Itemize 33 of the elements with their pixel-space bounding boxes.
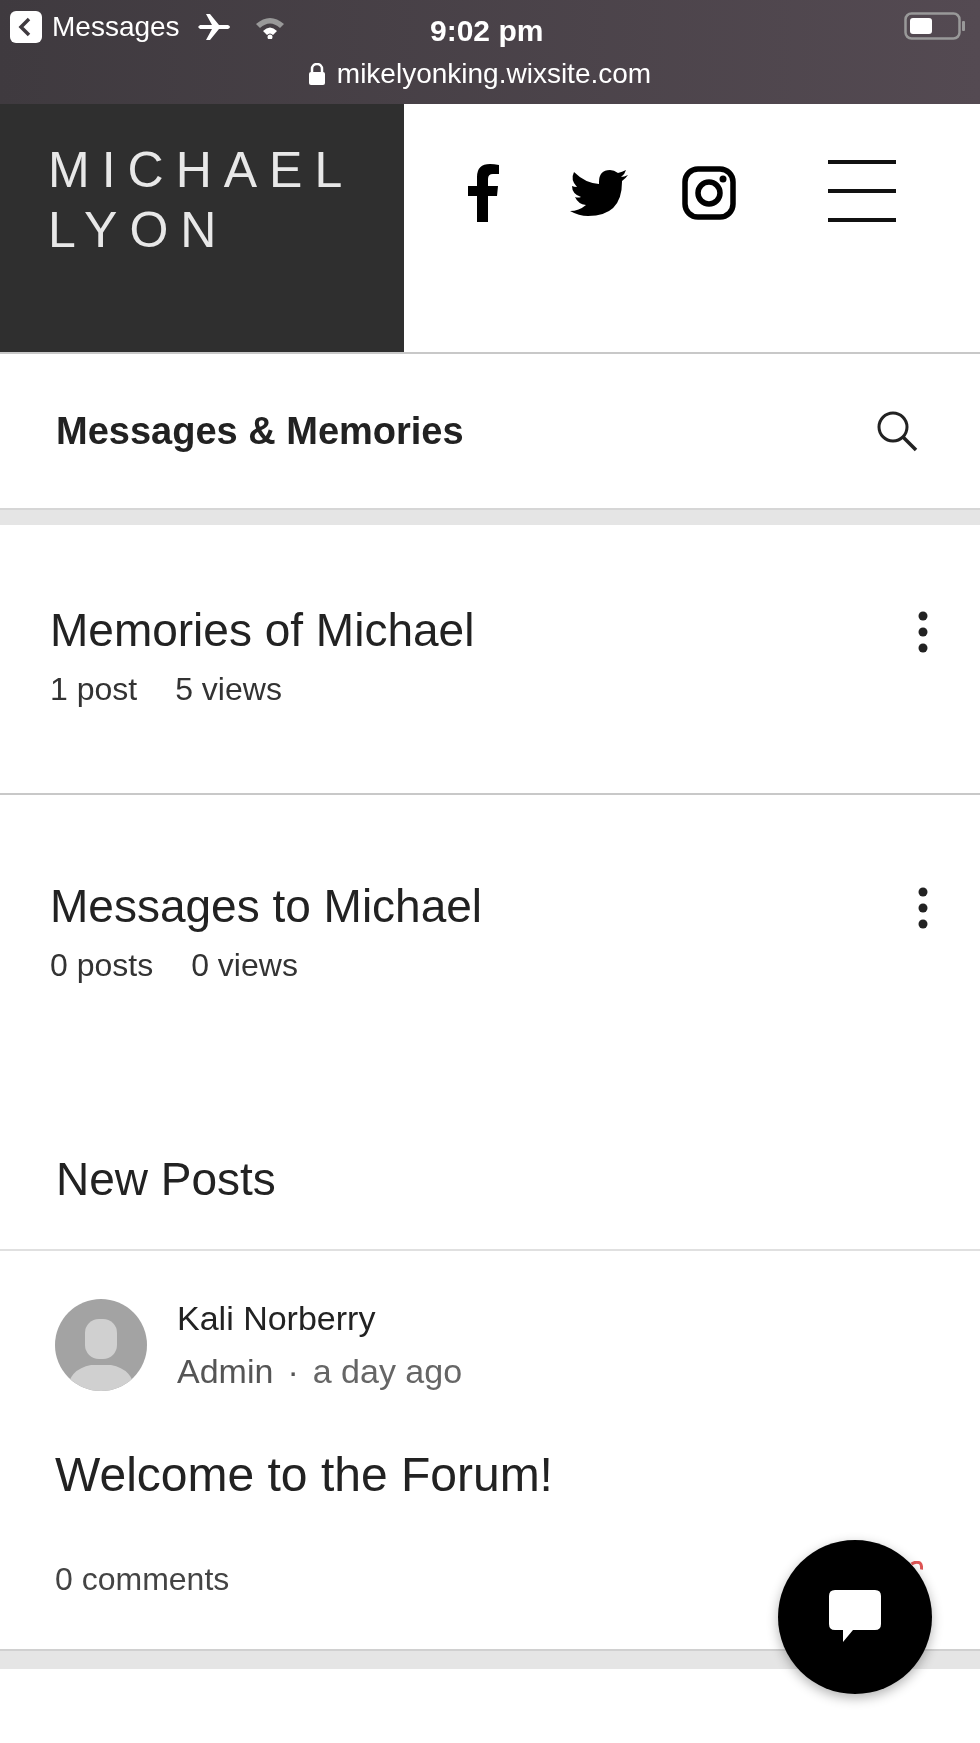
back-icon[interactable] xyxy=(10,11,42,43)
airplane-icon xyxy=(197,12,232,42)
post-title[interactable]: Welcome to the Forum! xyxy=(55,1439,553,1511)
more-icon[interactable] xyxy=(918,887,928,929)
view-count: 5 views xyxy=(175,670,282,709)
post-time: a day ago xyxy=(312,1351,463,1392)
facebook-icon[interactable] xyxy=(466,164,500,222)
avatar-icon xyxy=(55,1299,147,1391)
forum-title: Messages & Memories xyxy=(56,408,464,454)
twitter-icon[interactable] xyxy=(570,170,628,216)
category-title[interactable]: Memories of Michael xyxy=(50,601,475,659)
section-heading: New Posts xyxy=(56,1153,276,1205)
back-link[interactable]: Messages xyxy=(52,6,180,48)
more-icon[interactable] xyxy=(918,611,928,653)
author-name[interactable]: Kali Norberry xyxy=(177,1293,463,1344)
logo-text: MICHAEL xyxy=(48,141,356,200)
search-icon[interactable] xyxy=(876,410,918,452)
clock-time: 9:02 pm xyxy=(430,13,544,49)
view-count: 0 views xyxy=(191,946,298,985)
comment-count: 0 comments xyxy=(55,1560,230,1599)
lock-icon xyxy=(308,63,325,85)
post-count: 1 post xyxy=(50,670,138,709)
chat-icon xyxy=(829,1590,881,1644)
menu-icon[interactable] xyxy=(828,160,896,222)
instagram-icon[interactable] xyxy=(682,166,736,220)
logo-text: LYON xyxy=(48,201,230,260)
url-text: mikelyonking.wixsite.com xyxy=(336,57,652,91)
battery-icon xyxy=(904,12,966,40)
separator-dot: · xyxy=(287,1351,299,1392)
category-title[interactable]: Messages to Michael xyxy=(50,877,483,935)
chat-button[interactable] xyxy=(778,1540,932,1694)
post-count: 0 posts xyxy=(50,946,154,985)
author-role: Admin xyxy=(177,1351,274,1392)
